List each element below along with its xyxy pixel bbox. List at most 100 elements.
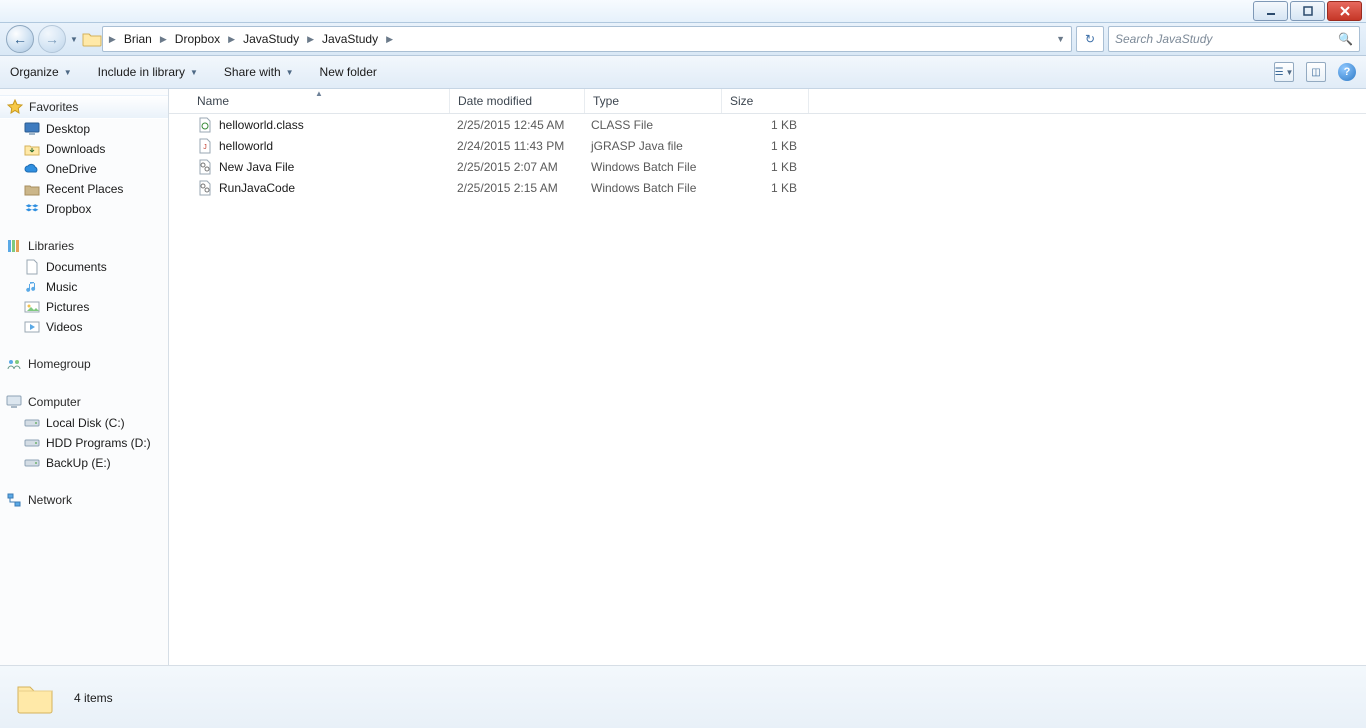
desktop-icon [24, 121, 40, 137]
share-with-button[interactable]: Share with▼ [224, 65, 294, 79]
sidebar-item-downloads[interactable]: Downloads [0, 139, 168, 159]
drive-icon [24, 455, 40, 471]
file-type: CLASS File [583, 118, 719, 132]
svg-text:J: J [203, 144, 207, 151]
file-size: 1 KB [719, 160, 805, 174]
column-header-type[interactable]: Type [585, 89, 722, 113]
sort-asc-icon: ▲ [315, 89, 323, 98]
status-bar: 4 items [0, 665, 1366, 728]
file-icon [197, 159, 213, 175]
breadcrumb-item[interactable]: Dropbox [169, 28, 226, 50]
column-header-size[interactable]: Size [722, 89, 809, 113]
file-size: 1 KB [719, 139, 805, 153]
sidebar-item-pictures[interactable]: Pictures [0, 297, 168, 317]
help-button[interactable]: ? [1338, 63, 1356, 81]
libraries-icon [6, 238, 22, 254]
sidebar-group-computer[interactable]: Computer [0, 391, 168, 413]
sidebar-group-libraries[interactable]: Libraries [0, 235, 168, 257]
search-placeholder: Search JavaStudy [1115, 32, 1212, 46]
column-header-name[interactable]: Name▲ [189, 89, 450, 113]
minimize-button[interactable] [1253, 1, 1288, 21]
address-bar: ← → ▼ ▶ Brian▶ Dropbox▶ JavaStudy▶ JavaS… [0, 23, 1366, 56]
breadcrumb[interactable]: ▶ Brian▶ Dropbox▶ JavaStudy▶ JavaStudy▶ … [102, 26, 1072, 52]
search-input[interactable]: Search JavaStudy 🔍 [1108, 26, 1360, 52]
file-type: Windows Batch File [583, 181, 719, 195]
sidebar-group-homegroup[interactable]: Homegroup [0, 353, 168, 375]
search-icon: 🔍 [1338, 32, 1353, 46]
column-header-date[interactable]: Date modified [450, 89, 585, 113]
file-date: 2/25/2015 2:15 AM [449, 181, 583, 195]
breadcrumb-item[interactable]: JavaStudy [316, 28, 384, 50]
music-icon [24, 279, 40, 295]
file-size: 1 KB [719, 118, 805, 132]
sidebar-item-onedrive[interactable]: OneDrive [0, 159, 168, 179]
history-dropdown-icon[interactable]: ▼ [70, 35, 78, 44]
chevron-right-icon: ▶ [107, 34, 118, 45]
forward-button[interactable]: → [38, 25, 66, 53]
chevron-down-icon[interactable]: ▼ [1054, 34, 1067, 44]
sidebar-item-recent-places[interactable]: Recent Places [0, 179, 168, 199]
file-size: 1 KB [719, 181, 805, 195]
sidebar-group-favorites[interactable]: Favorites [0, 95, 168, 119]
file-name: New Java File [219, 160, 294, 174]
pictures-icon [24, 299, 40, 315]
status-text: 4 items [74, 691, 113, 705]
window-titlebar [0, 0, 1366, 23]
document-icon [24, 259, 40, 275]
sidebar-item-videos[interactable]: Videos [0, 317, 168, 337]
chevron-right-icon: ▶ [158, 34, 169, 45]
folder-icon [14, 677, 56, 719]
file-date: 2/25/2015 2:07 AM [449, 160, 583, 174]
include-in-library-button[interactable]: Include in library▼ [98, 65, 198, 79]
videos-icon [24, 319, 40, 335]
downloads-icon [24, 141, 40, 157]
computer-icon [6, 394, 22, 410]
maximize-button[interactable] [1290, 1, 1325, 21]
file-name: helloworld [219, 139, 273, 153]
drive-icon [24, 435, 40, 451]
organize-button[interactable]: Organize▼ [10, 65, 72, 79]
sidebar-item-music[interactable]: Music [0, 277, 168, 297]
file-icon [197, 117, 213, 133]
homegroup-icon [6, 356, 22, 372]
new-folder-button[interactable]: New folder [320, 65, 377, 79]
file-name: helloworld.class [219, 118, 304, 132]
file-name: RunJavaCode [219, 181, 295, 195]
sidebar-item-local-disk[interactable]: Local Disk (C:) [0, 413, 168, 433]
sidebar-item-hdd-programs[interactable]: HDD Programs (D:) [0, 433, 168, 453]
file-list: Name▲ Date modified Type Size helloworld… [169, 89, 1366, 665]
refresh-button[interactable]: ↻ [1076, 26, 1104, 52]
breadcrumb-item[interactable]: Brian [118, 28, 158, 50]
recent-icon [24, 181, 40, 197]
sidebar-item-documents[interactable]: Documents [0, 257, 168, 277]
sidebar-item-dropbox[interactable]: Dropbox [0, 199, 168, 219]
chevron-right-icon: ▶ [226, 34, 237, 45]
sidebar-item-backup[interactable]: BackUp (E:) [0, 453, 168, 473]
table-row[interactable]: helloworld.class 2/25/2015 12:45 AMCLASS … [169, 114, 1366, 135]
table-row[interactable]: RunJavaCode 2/25/2015 2:15 AMWindows Batc… [169, 177, 1366, 198]
chevron-down-icon: ▼ [190, 68, 198, 77]
cloud-icon [24, 161, 40, 177]
chevron-right-icon: ▶ [384, 34, 395, 45]
file-date: 2/25/2015 12:45 AM [449, 118, 583, 132]
sidebar-item-desktop[interactable]: Desktop [0, 119, 168, 139]
navigation-pane: Favorites Desktop Downloads OneDrive Rec… [0, 89, 169, 665]
star-icon [7, 99, 23, 115]
file-type: Windows Batch File [583, 160, 719, 174]
table-row[interactable]: Jhelloworld2/24/2015 11:43 PMjGRASP Java… [169, 135, 1366, 156]
close-button[interactable] [1327, 1, 1362, 21]
dropbox-icon [24, 201, 40, 217]
folder-icon [82, 31, 98, 47]
sidebar-group-network[interactable]: Network [0, 489, 168, 511]
network-icon [6, 492, 22, 508]
table-row[interactable]: New Java File 2/25/2015 2:07 AMWindows Ba… [169, 156, 1366, 177]
chevron-down-icon: ▼ [286, 68, 294, 77]
explorer-body: Favorites Desktop Downloads OneDrive Rec… [0, 89, 1366, 665]
back-button[interactable]: ← [6, 25, 34, 53]
chevron-down-icon: ▼ [64, 68, 72, 77]
preview-pane-button[interactable]: ◫ [1306, 62, 1326, 82]
file-icon [197, 180, 213, 196]
breadcrumb-item[interactable]: JavaStudy [237, 28, 305, 50]
view-options-button[interactable]: ☰▼ [1274, 62, 1294, 82]
file-icon: J [197, 138, 213, 154]
